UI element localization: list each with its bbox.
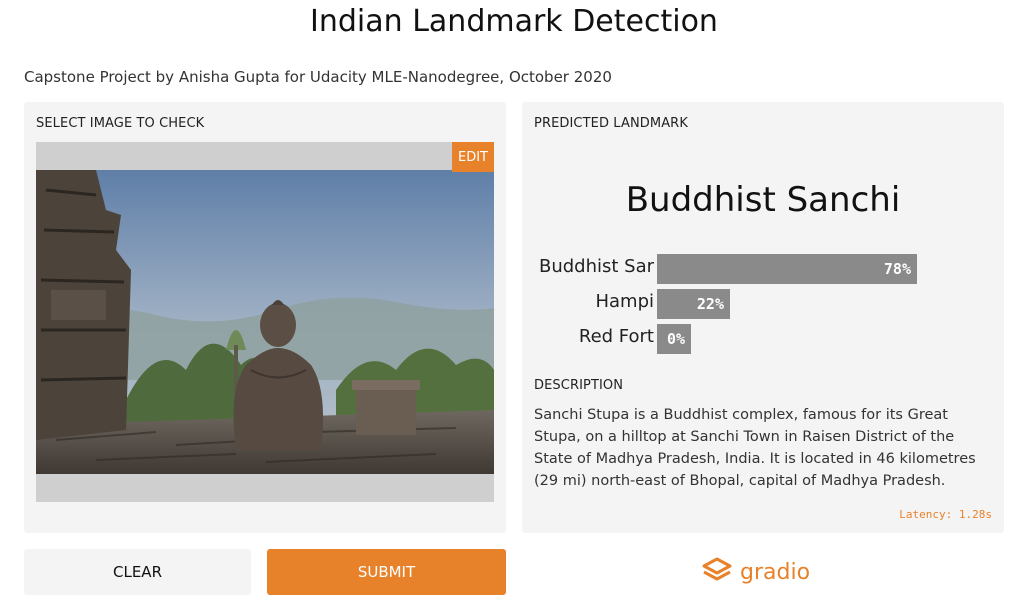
uploaded-image — [36, 170, 494, 474]
confidence-bar: 0% — [657, 324, 691, 354]
confidence-label: Red Fort — [578, 326, 654, 347]
gradio-logo-icon — [702, 557, 732, 587]
output-panel-label: PREDICTED LANDMARK — [534, 116, 688, 131]
submit-button[interactable]: SUBMIT — [267, 549, 506, 595]
confidence-row: Buddhist Sar 78% — [522, 254, 1004, 284]
edit-image-button[interactable]: EDIT — [452, 142, 494, 172]
confidence-row: Hampi 22% — [522, 289, 1004, 319]
gradio-interface: Indian Landmark Detection Capstone Proje… — [0, 0, 1028, 596]
landmark-photo-graphic — [36, 170, 494, 474]
confidence-bar: 78% — [657, 254, 917, 284]
clear-button[interactable]: CLEAR — [24, 549, 251, 595]
confidence-label: Hampi — [595, 291, 654, 312]
latency-indicator: Latency: 1.28s — [899, 508, 992, 521]
input-panel-label: SELECT IMAGE TO CHECK — [36, 116, 205, 131]
description-text: Sanchi Stupa is a Buddhist complex, famo… — [534, 407, 976, 489]
predicted-landmark: Buddhist Sanchi — [625, 180, 901, 220]
confidence-label: Buddhist Sar — [538, 256, 654, 277]
confidence-row: Red Fort 0% — [522, 324, 1004, 354]
gradio-logo-text: gradio — [740, 559, 811, 585]
gradio-logo-link[interactable]: gradio — [702, 556, 810, 588]
page-subtitle: Capstone Project by Anisha Gupta for Uda… — [24, 68, 612, 86]
image-upload-area[interactable]: EDIT — [36, 142, 494, 502]
input-panel: SELECT IMAGE TO CHECK EDIT — [24, 102, 506, 533]
output-panel: PREDICTED LANDMARK Buddhist Sanchi Buddh… — [522, 102, 1004, 533]
confidence-bar: 22% — [657, 289, 730, 319]
description-label: DESCRIPTION — [534, 378, 624, 393]
page-title: Indian Landmark Detection — [310, 4, 718, 39]
